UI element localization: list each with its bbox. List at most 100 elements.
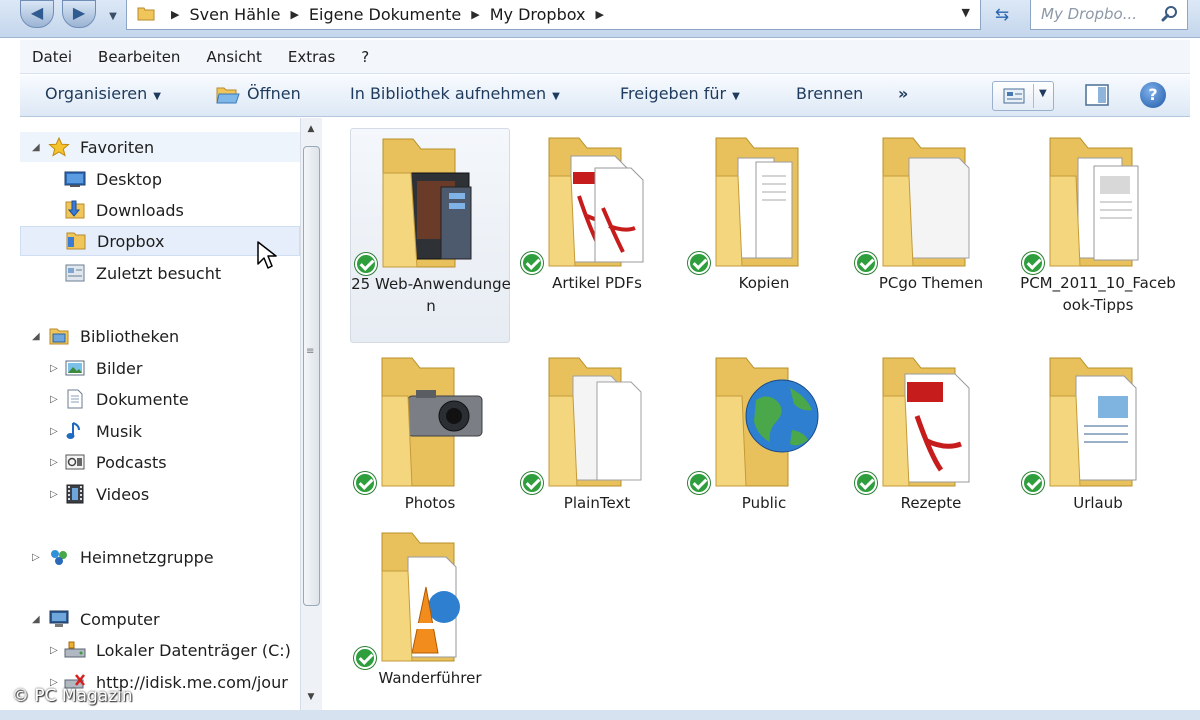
scroll-down-icon[interactable]: ▼ bbox=[301, 688, 321, 706]
expand-icon[interactable]: ▷ bbox=[50, 645, 58, 656]
folder-label: Photos bbox=[404, 494, 456, 512]
refresh-icon[interactable]: ⇆ bbox=[984, 2, 1020, 28]
folder-label: PCgo Themen bbox=[878, 274, 984, 292]
organize-label: Organisieren bbox=[45, 84, 148, 103]
folder-blank-pages-icon bbox=[882, 137, 970, 267]
videos-icon bbox=[66, 484, 84, 504]
chevron-down-icon: ▼ bbox=[732, 91, 740, 102]
open-button[interactable]: Öffnen bbox=[247, 84, 301, 103]
share-with-button[interactable]: Freigeben für ▼ bbox=[620, 84, 740, 103]
folder-label: Urlaub bbox=[1073, 494, 1123, 512]
divider bbox=[1033, 84, 1034, 108]
nav-pictures[interactable]: ▷ Bilder bbox=[20, 353, 300, 383]
folder-label: 25 Web-Anwendungen bbox=[351, 275, 511, 315]
nav-podcasts[interactable]: ▷ Podcasts bbox=[20, 447, 300, 477]
recent-pages-dropdown[interactable]: ▼ bbox=[104, 4, 122, 30]
status-bar bbox=[0, 710, 1200, 720]
folder-item[interactable]: Kopien bbox=[684, 128, 844, 343]
nav-videos-label: Videos bbox=[96, 484, 150, 504]
search-icon[interactable] bbox=[1161, 5, 1179, 23]
folder-item[interactable]: Public bbox=[684, 348, 844, 563]
open-folder-icon[interactable] bbox=[216, 84, 240, 106]
menu-view[interactable]: Ansicht bbox=[206, 48, 261, 66]
expand-icon[interactable]: ▷ bbox=[50, 426, 58, 437]
burn-button[interactable]: Brennen bbox=[796, 84, 863, 103]
downloads-folder-icon bbox=[65, 200, 85, 219]
add-to-library-button[interactable]: In Bibliothek aufnehmen ▼ bbox=[350, 84, 560, 103]
breadcrumb-item-documents[interactable]: Eigene Dokumente bbox=[309, 5, 461, 24]
folder-label: Rezepte bbox=[900, 494, 962, 512]
search-input[interactable]: My Dropbo... bbox=[1030, 0, 1188, 30]
folder-item[interactable]: PCM_2011_10_Facebook-Tipps bbox=[1018, 128, 1178, 343]
chevron-right-icon[interactable]: ▶ bbox=[290, 8, 298, 21]
folder-item[interactable]: 25 Web-Anwendungen bbox=[350, 128, 511, 343]
expand-icon[interactable]: ▷ bbox=[50, 457, 58, 468]
nav-libraries[interactable]: ◢ Bibliotheken bbox=[20, 321, 300, 351]
menu-help[interactable]: ? bbox=[361, 48, 369, 66]
hard-drive-icon bbox=[64, 641, 86, 658]
nav-computer[interactable]: ◢ Computer bbox=[20, 604, 300, 634]
breadcrumb-item-user[interactable]: Sven Hähle bbox=[189, 5, 280, 24]
nav-homegroup[interactable]: ▷ Heimnetzgruppe bbox=[20, 542, 300, 572]
folder-item[interactable]: Urlaub bbox=[1018, 348, 1178, 563]
nav-documents[interactable]: ▷ Dokumente bbox=[20, 384, 300, 414]
folder-item[interactable]: PlainText bbox=[517, 348, 677, 563]
expand-icon[interactable]: ▷ bbox=[50, 489, 58, 500]
nav-desktop[interactable]: Desktop bbox=[20, 164, 300, 194]
chevron-right-icon[interactable]: ▶ bbox=[171, 8, 179, 21]
folder-label: Public bbox=[741, 494, 787, 512]
nav-podcasts-label: Podcasts bbox=[96, 452, 167, 472]
help-icon[interactable]: ? bbox=[1140, 82, 1166, 108]
forward-button[interactable]: ▶ bbox=[62, 0, 96, 28]
nav-favorites[interactable]: ◢ Favoriten bbox=[20, 132, 300, 162]
documents-icon bbox=[67, 389, 83, 409]
scroll-up-icon[interactable]: ▲ bbox=[301, 120, 321, 138]
chevron-right-icon[interactable]: ▶ bbox=[471, 8, 479, 21]
nav-local-disk-label: Lokaler Datenträger (C:) bbox=[96, 640, 291, 660]
breadcrumb[interactable]: ▶ Sven Hähle ▶ Eigene Dokumente ▶ My Dro… bbox=[126, 0, 981, 30]
folder-label: Kopien bbox=[738, 274, 790, 292]
folder-item[interactable]: PCgo Themen bbox=[851, 128, 1011, 343]
collapse-icon[interactable]: ◢ bbox=[32, 331, 40, 342]
desktop-icon bbox=[64, 171, 86, 187]
preview-pane-icon[interactable] bbox=[1084, 83, 1110, 107]
folder-pdf-icon bbox=[882, 357, 970, 487]
collapse-icon[interactable]: ◢ bbox=[32, 614, 40, 625]
folder-camera-icon bbox=[381, 357, 483, 487]
nav-pictures-label: Bilder bbox=[96, 358, 143, 378]
nav-scrollbar[interactable]: ▲ ≡ ▼ bbox=[300, 118, 322, 710]
sync-check-icon bbox=[1022, 252, 1044, 274]
breadcrumb-item-dropbox[interactable]: My Dropbox bbox=[490, 5, 586, 24]
folder-documents-icon bbox=[715, 137, 799, 267]
arrow-right-icon: ▶ bbox=[72, 3, 86, 22]
more-commands-button[interactable]: » bbox=[898, 84, 908, 103]
file-list: 25 Web-Anwendungen Artikel PDFs Kopien P… bbox=[330, 118, 1190, 710]
menu-extras[interactable]: Extras bbox=[288, 48, 335, 66]
folder-item[interactable]: Rezepte bbox=[851, 348, 1011, 563]
chevron-right-icon[interactable]: ▶ bbox=[596, 8, 604, 21]
expand-icon[interactable]: ▷ bbox=[50, 394, 58, 405]
sync-check-icon bbox=[521, 472, 543, 494]
expand-icon[interactable]: ▷ bbox=[50, 363, 58, 374]
menu-edit[interactable]: Bearbeiten bbox=[98, 48, 180, 66]
add-to-library-label: In Bibliothek aufnehmen bbox=[350, 84, 547, 103]
nav-downloads[interactable]: Downloads bbox=[20, 195, 300, 225]
nav-local-disk[interactable]: ▷ Lokaler Datenträger (C:) bbox=[20, 635, 300, 665]
nav-videos[interactable]: ▷ Videos bbox=[20, 479, 300, 509]
chevron-down-icon[interactable]: ▼ bbox=[1039, 88, 1047, 99]
menu-file[interactable]: Datei bbox=[32, 48, 72, 66]
nav-music[interactable]: ▷ Musik bbox=[20, 416, 300, 446]
folder-label: PlainText bbox=[563, 494, 631, 512]
homegroup-icon bbox=[51, 550, 67, 565]
address-history-dropdown[interactable]: ▼ bbox=[962, 6, 970, 19]
sync-check-icon bbox=[688, 472, 710, 494]
organize-button[interactable]: Organisieren ▼ bbox=[45, 84, 161, 103]
scrollbar-thumb[interactable] bbox=[303, 146, 320, 606]
expand-icon[interactable]: ▷ bbox=[32, 552, 40, 563]
change-view-button[interactable]: ▼ bbox=[992, 81, 1054, 111]
back-button[interactable]: ◀ bbox=[20, 0, 54, 28]
folder-item[interactable]: Wanderführer bbox=[350, 523, 510, 720]
folder-item[interactable]: Artikel PDFs bbox=[517, 128, 677, 343]
nav-homegroup-label: Heimnetzgruppe bbox=[80, 547, 214, 567]
collapse-icon[interactable]: ◢ bbox=[32, 142, 40, 153]
